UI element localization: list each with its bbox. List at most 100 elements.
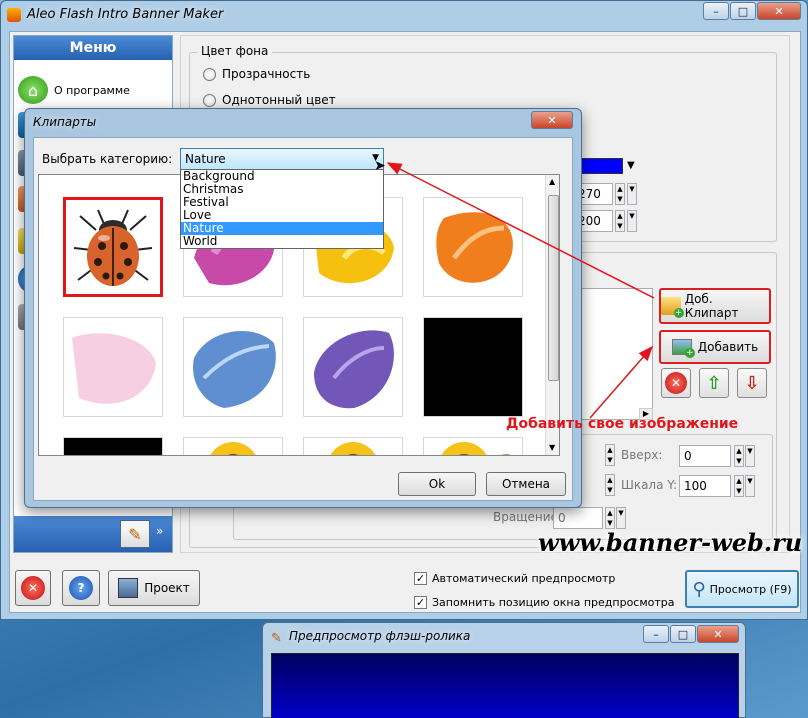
rotation-field[interactable]: 0 [553,507,603,529]
window-title: Aleo Flash Intro Banner Maker [27,7,224,22]
preview-window: ✎ Предпросмотр флэш-ролика – □ ✕ [262,622,746,718]
category-option[interactable]: World [181,235,383,248]
solid-color-radio[interactable] [203,93,216,107]
menu-header: Меню [14,36,172,60]
solid-color-label: Однотонный цвет [222,93,336,107]
x-spinner[interactable]: ▲ ▼ [605,444,615,466]
clipart-ladybug[interactable] [63,197,163,297]
close-icon: ✕ [21,576,45,600]
petal-blue-icon [193,331,276,408]
project-button[interactable]: Проект [108,570,200,606]
clipart-black-square-2[interactable] [63,437,163,455]
clipart-dialog-title: Клипарты [33,115,97,129]
menu-item-about[interactable]: ⌂ О программе [18,76,168,104]
add-clipart-button[interactable]: + Доб. Клипарт [659,288,771,324]
preview-label: Просмотр (F9) [709,582,792,596]
width-spinner[interactable]: ▲ ▼ [615,183,625,205]
preview-close-button[interactable]: ✕ [697,625,739,643]
sunflower-icon-2 [330,442,376,455]
move-down-button[interactable]: ⇩ [737,368,767,398]
scale-x-spinner[interactable]: ▲ ▼ [605,474,615,496]
clipart-dialog-client: Выбрать категорию: ▲ ▼ Nature ▼ Backgrou… [33,137,573,501]
remember-pos-option[interactable]: ✓ Запомнить позицию окна предпросмотра [414,596,675,609]
preview-window-title: Предпросмотр флэш-ролика [289,629,471,643]
petal-purple-icon [314,330,394,409]
folder-add-icon: + [661,297,684,318]
add-clipart-label: Доб. Клипарт [684,292,739,320]
preview-pencil-icon: ✎ [271,631,282,646]
ok-button[interactable]: Ok [398,472,476,496]
preview-minimize-button[interactable]: – [643,625,669,643]
rotation-spinner[interactable]: ▲ ▼ [605,507,615,529]
clipart-scrollbar[interactable]: ▲ ▼ [545,175,559,455]
arrow-down-icon: ⇩ [744,372,760,394]
transparency-option[interactable]: Прозрачность [203,67,310,81]
project-label: Проект [144,581,190,595]
scale-y-label: Шкала Y: [621,478,678,492]
scroll-down-icon[interactable]: ▼ [549,443,555,452]
color-dropdown-icon[interactable]: ▼ [627,160,635,171]
cancel-button[interactable]: Отмена [486,472,566,496]
home-icon: ⌂ [18,76,48,104]
height-spinner[interactable]: ▲ ▼ [615,210,625,232]
width-menu[interactable]: ▼ [627,183,637,205]
scale-y-menu[interactable]: ▼ [745,475,755,497]
scale-y-spinner[interactable]: ▲ ▼ [734,475,744,497]
height-menu[interactable]: ▼ [627,210,637,232]
auto-preview-checkbox[interactable]: ✓ [414,572,427,585]
scale-y-field[interactable]: 100 [679,475,731,497]
sunflower-icon [210,442,256,455]
maximize-button[interactable]: □ [730,2,756,20]
magnifier-icon: ⚲ [692,578,706,600]
annotation-add-own-image: Добавить свое изображение [506,416,739,432]
clipart-sunflower-3[interactable] [423,437,523,455]
category-select-value: Nature [185,152,226,166]
auto-preview-option[interactable]: ✓ Автоматический предпросмотр [414,572,615,585]
add-image-button[interactable]: + Добавить [659,330,771,364]
remember-pos-checkbox[interactable]: ✓ [414,596,427,609]
clipart-orange-petal[interactable] [423,197,523,297]
transparency-radio[interactable] [203,67,216,81]
clipart-dialog-close-button[interactable]: ✕ [531,111,573,129]
scroll-thumb[interactable] [548,195,559,381]
menu-item-about-label: О программе [54,83,130,97]
close-window-button[interactable]: ✕ [757,2,801,20]
clipart-sunflower-2[interactable] [303,437,403,455]
move-up-button[interactable]: ⇧ [699,368,729,398]
up-menu[interactable]: ▼ [745,445,755,467]
menu-expand-icon[interactable]: » [156,524,163,538]
clipart-light-pink-petal[interactable] [63,317,163,417]
watermark: www.banner-web.ru [538,528,803,557]
flash-preview-canvas [271,653,739,718]
clipart-sunflower[interactable] [183,437,283,455]
scroll-up-icon[interactable]: ▲ [549,177,555,186]
pencil-icon[interactable]: ✎ [120,520,150,548]
menu-footer: ✎ » [14,516,172,552]
clipart-blue-petal[interactable] [183,317,283,417]
minimize-button[interactable]: – [703,2,729,20]
delete-button[interactable]: ✕ [661,368,691,398]
help-button[interactable]: ? [62,570,100,606]
save-icon [118,578,139,598]
category-label: Выбрать категорию: [42,152,173,166]
category-dropdown-list[interactable]: Background Christmas Festival Love Natur… [180,169,384,249]
background-group-title: Цвет фона [197,44,273,58]
arrow-up-icon: ⇧ [706,372,722,394]
up-field[interactable]: 0 [679,445,731,467]
transparency-label: Прозрачность [222,67,311,81]
rotation-menu[interactable]: ▼ [616,507,626,529]
preview-maximize-button[interactable]: □ [670,625,696,643]
clipart-black-square[interactable] [423,317,523,417]
category-select[interactable]: Nature ▼ [180,148,384,170]
mouse-cursor-icon: ➤ [374,158,386,174]
clipart-dialog: Клипарты ✕ Выбрать категорию: ▲ ▼ Nature… [24,108,582,508]
petal-lightpink-icon [72,333,156,404]
preview-button[interactable]: ⚲ Просмотр (F9) [685,570,799,608]
up-spinner[interactable]: ▲ ▼ [734,445,744,467]
exit-button[interactable]: ✕ [15,570,51,606]
category-option[interactable]: Festival [181,196,383,209]
auto-preview-label: Автоматический предпросмотр [432,572,616,585]
clipart-purple-petal[interactable] [303,317,403,417]
app-icon [7,8,21,22]
solid-color-option[interactable]: Однотонный цвет [203,93,336,107]
